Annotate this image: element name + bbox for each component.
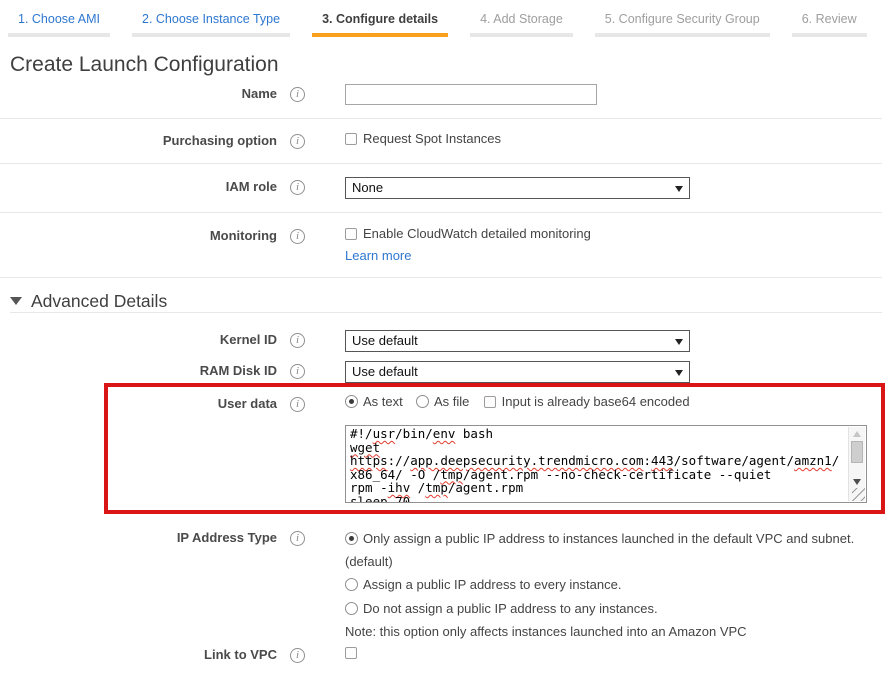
advanced-details-toggle[interactable]: Advanced Details: [10, 291, 167, 312]
divider: [10, 312, 882, 313]
as-file-radio[interactable]: [416, 395, 429, 408]
advanced-details-label: Advanced Details: [31, 291, 167, 311]
ip-address-type-label: IP Address Type: [0, 528, 277, 545]
row-user-data: User data i As text As file Input is alr…: [0, 394, 690, 412]
name-input[interactable]: [345, 84, 597, 105]
row-ip-address-type: IP Address Type i Only assign a public I…: [0, 528, 867, 642]
link-to-vpc-checkbox[interactable]: [345, 647, 357, 659]
ip-option-default-vpc[interactable]: Only assign a public IP address to insta…: [345, 528, 867, 573]
learn-more-link[interactable]: Learn more: [345, 248, 411, 263]
ram-disk-id-selected-value: Use default: [352, 364, 418, 379]
info-icon[interactable]: i: [290, 397, 305, 412]
info-icon[interactable]: i: [290, 134, 305, 149]
ip-option-default-vpc-radio[interactable]: [345, 532, 358, 545]
user-data-textarea[interactable]: #!/usr/bin/env bashwgethttps://app.deeps…: [345, 425, 867, 503]
ip-option-every-instance-radio[interactable]: [345, 578, 358, 591]
divider: [0, 163, 882, 164]
scrollbar-down-icon[interactable]: [853, 479, 861, 485]
row-link-to-vpc: Link to VPC i: [0, 645, 363, 663]
ip-option-every-instance[interactable]: Assign a public IP address to every inst…: [345, 574, 867, 597]
kernel-id-selected-value: Use default: [352, 333, 418, 348]
tab-configure-security-group: 5. Configure Security Group: [595, 12, 770, 37]
ram-disk-id-label: RAM Disk ID: [0, 361, 277, 378]
user-data-label: User data: [0, 394, 277, 411]
dropdown-arrow-icon: [675, 186, 683, 192]
base64-encoded-label: Input is already base64 encoded: [502, 394, 690, 409]
tab-choose-ami[interactable]: 1. Choose AMI: [8, 12, 110, 37]
base64-encoded-checkbox[interactable]: [484, 396, 496, 408]
row-name: Name i: [0, 84, 597, 105]
ip-option-none[interactable]: Do not assign a public IP address to any…: [345, 598, 867, 621]
page-title: Create Launch Configuration: [10, 53, 279, 77]
enable-cloudwatch-checkbox[interactable]: [345, 228, 357, 240]
dropdown-arrow-icon: [675, 370, 683, 376]
row-ram-disk-id: RAM Disk ID i Use default: [0, 361, 690, 383]
request-spot-instances-label: Request Spot Instances: [363, 131, 501, 146]
wizard-step-tabs: 1. Choose AMI 2. Choose Instance Type 3.…: [0, 12, 867, 37]
tab-configure-details[interactable]: 3. Configure details: [312, 12, 448, 37]
tab-choose-instance-type[interactable]: 2. Choose Instance Type: [132, 12, 290, 37]
row-purchasing-option: Purchasing option i Request Spot Instanc…: [0, 131, 501, 149]
user-data-text: #!/usr/bin/env bashwgethttps://app.deeps…: [346, 426, 848, 502]
info-icon[interactable]: i: [290, 333, 305, 348]
ram-disk-id-select[interactable]: Use default: [345, 361, 690, 383]
iam-role-select[interactable]: None: [345, 177, 690, 199]
kernel-id-label: Kernel ID: [0, 330, 277, 347]
info-icon[interactable]: i: [290, 364, 305, 379]
ip-option-every-instance-label: Assign a public IP address to every inst…: [363, 577, 621, 592]
info-icon[interactable]: i: [290, 229, 305, 244]
as-file-label: As file: [434, 394, 469, 409]
row-iam-role: IAM role i None: [0, 177, 690, 199]
collapse-triangle-icon: [10, 297, 22, 305]
name-label: Name: [0, 84, 277, 101]
divider: [0, 212, 882, 213]
monitoring-label: Monitoring: [0, 226, 277, 243]
info-icon[interactable]: i: [290, 648, 305, 663]
info-icon[interactable]: i: [290, 531, 305, 546]
ip-address-type-note: Note: this option only affects instances…: [345, 621, 867, 642]
tab-add-storage: 4. Add Storage: [470, 12, 573, 37]
scrollbar-up-icon[interactable]: [853, 431, 861, 437]
request-spot-instances-checkbox[interactable]: [345, 133, 357, 145]
purchasing-option-label: Purchasing option: [0, 131, 277, 148]
row-kernel-id: Kernel ID i Use default: [0, 330, 690, 352]
resize-grip-icon[interactable]: [852, 488, 865, 501]
info-icon[interactable]: i: [290, 180, 305, 195]
iam-role-selected-value: None: [352, 180, 383, 195]
as-text-radio[interactable]: [345, 395, 358, 408]
tab-review: 6. Review: [792, 12, 867, 37]
as-text-label: As text: [363, 394, 403, 409]
iam-role-label: IAM role: [0, 177, 277, 194]
dropdown-arrow-icon: [675, 339, 683, 345]
ip-option-default-vpc-label: Only assign a public IP address to insta…: [345, 531, 854, 569]
ip-option-none-radio[interactable]: [345, 602, 358, 615]
ip-option-none-label: Do not assign a public IP address to any…: [363, 601, 658, 616]
enable-cloudwatch-label: Enable CloudWatch detailed monitoring: [363, 226, 591, 241]
info-icon[interactable]: i: [290, 87, 305, 102]
divider: [0, 277, 882, 278]
row-monitoring: Monitoring i Enable CloudWatch detailed …: [0, 226, 591, 263]
scrollbar-thumb[interactable]: [851, 441, 863, 463]
link-to-vpc-label: Link to VPC: [0, 645, 277, 662]
kernel-id-select[interactable]: Use default: [345, 330, 690, 352]
divider: [0, 118, 882, 119]
